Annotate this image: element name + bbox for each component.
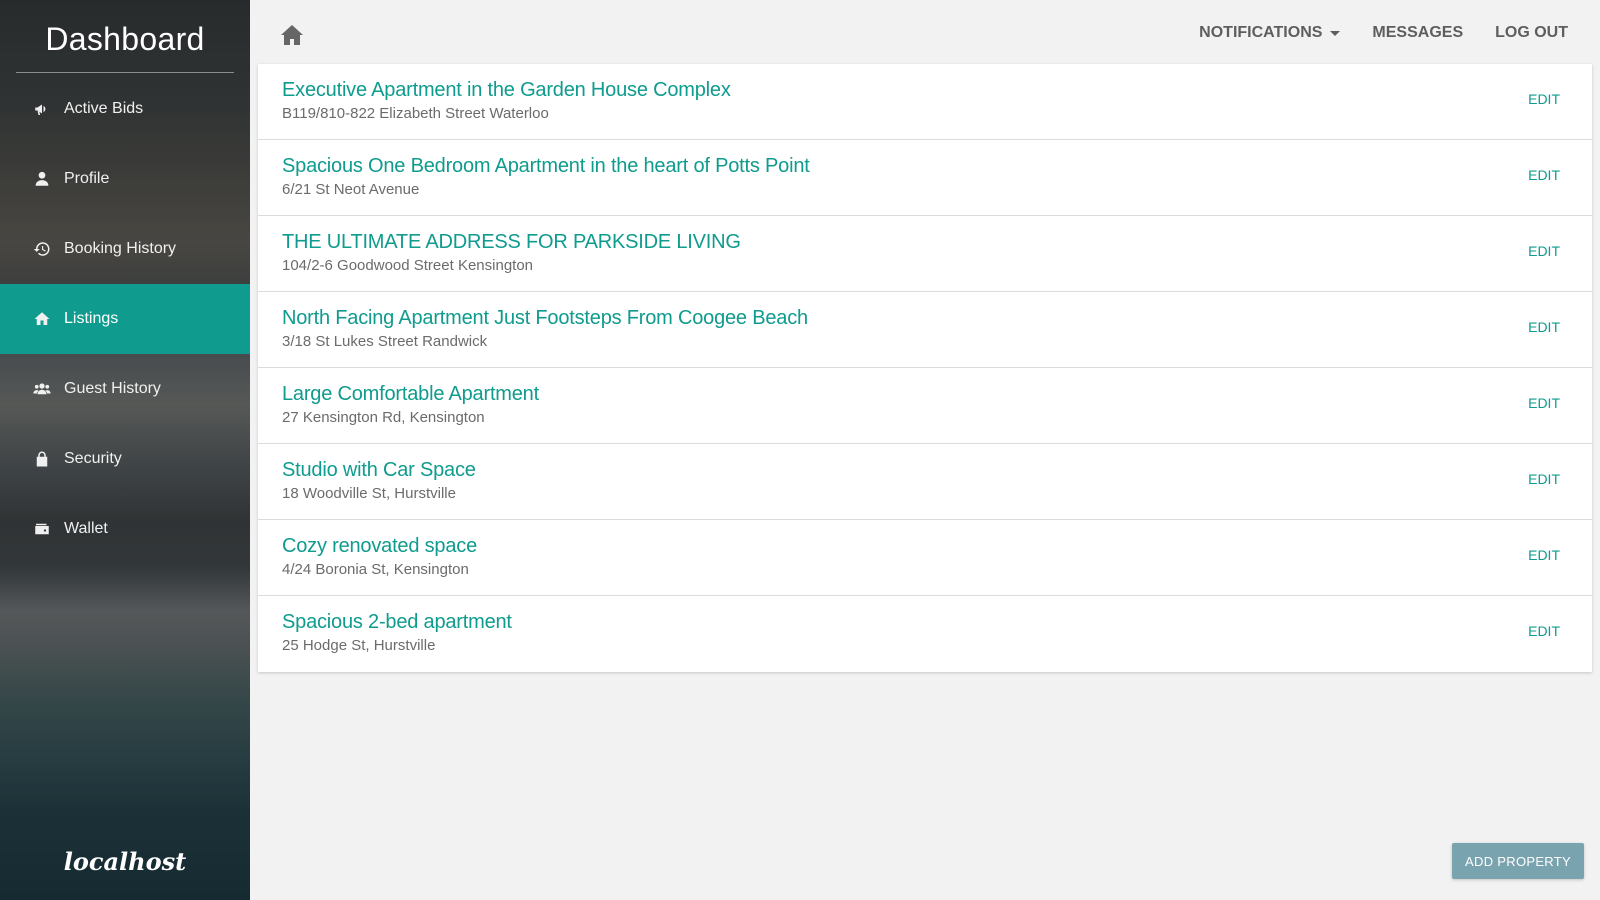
top-bar: NOTIFICATIONS MESSAGES LOG OUT: [250, 0, 1600, 64]
users-icon: [32, 379, 52, 399]
edit-button[interactable]: EDIT: [1528, 91, 1560, 107]
listing-title[interactable]: Cozy renovated space: [282, 535, 477, 558]
listing-row: North Facing Apartment Just Footsteps Fr…: [258, 292, 1592, 368]
sidebar: Dashboard Active Bids Profile Booking Hi…: [0, 0, 250, 900]
notifications-dropdown[interactable]: NOTIFICATIONS: [1199, 24, 1341, 42]
sidebar-item-label: Booking History: [64, 240, 177, 257]
caret-down-icon: [1330, 30, 1341, 36]
sidebar-item-label: Listings: [64, 310, 119, 327]
edit-button[interactable]: EDIT: [1528, 471, 1560, 487]
listing-row: Executive Apartment in the Garden House …: [258, 64, 1592, 140]
listing-row: Large Comfortable Apartment 27 Kensingto…: [258, 368, 1592, 444]
listing-title[interactable]: Large Comfortable Apartment: [282, 383, 539, 406]
sidebar-item-booking-history[interactable]: Booking History: [0, 214, 250, 284]
listing-row: Cozy renovated space 4/24 Boronia St, Ke…: [258, 520, 1592, 596]
listing-address: B119/810-822 Elizabeth Street Waterloo: [282, 105, 549, 122]
sidebar-item-profile[interactable]: Profile: [0, 144, 250, 214]
listing-address: 25 Hodge St, Hurstville: [282, 637, 436, 654]
top-nav: NOTIFICATIONS MESSAGES LOG OUT: [1167, 24, 1568, 42]
sidebar-item-guest-history[interactable]: Guest History: [0, 354, 250, 424]
edit-button[interactable]: EDIT: [1528, 243, 1560, 259]
edit-button[interactable]: EDIT: [1528, 319, 1560, 335]
sidebar-item-wallet[interactable]: Wallet: [0, 494, 250, 564]
app-logo[interactable]: localhost: [0, 847, 250, 876]
listing-row: Studio with Car Space 18 Woodville St, H…: [258, 444, 1592, 520]
listing-title[interactable]: Spacious 2-bed apartment: [282, 611, 512, 634]
listing-address: 104/2-6 Goodwood Street Kensington: [282, 257, 534, 274]
listing-address: 4/24 Boronia St, Kensington: [282, 561, 469, 578]
megaphone-icon: [32, 99, 52, 119]
listing-row: THE ULTIMATE ADDRESS FOR PARKSIDE LIVING…: [258, 216, 1592, 292]
logout-link[interactable]: LOG OUT: [1495, 24, 1568, 42]
listing-title[interactable]: Executive Apartment in the Garden House …: [282, 79, 731, 102]
messages-link[interactable]: MESSAGES: [1372, 24, 1463, 42]
listing-title[interactable]: THE ULTIMATE ADDRESS FOR PARKSIDE LIVING: [282, 231, 741, 254]
sidebar-item-security[interactable]: Security: [0, 424, 250, 494]
edit-button[interactable]: EDIT: [1528, 623, 1560, 639]
edit-button[interactable]: EDIT: [1528, 395, 1560, 411]
edit-button[interactable]: EDIT: [1528, 167, 1560, 183]
home-icon: [32, 309, 52, 329]
listing-title[interactable]: Studio with Car Space: [282, 459, 476, 482]
listing-row: Spacious 2-bed apartment 25 Hodge St, Hu…: [258, 596, 1592, 672]
sidebar-divider: [16, 72, 234, 73]
lock-icon: [32, 449, 52, 469]
listing-address: 3/18 St Lukes Street Randwick: [282, 333, 488, 350]
history-icon: [32, 239, 52, 259]
sidebar-item-label: Profile: [64, 170, 110, 187]
sidebar-item-listings[interactable]: Listings: [0, 284, 250, 354]
sidebar-item-label: Guest History: [64, 380, 161, 397]
user-icon: [32, 169, 52, 189]
wallet-icon: [32, 519, 52, 539]
listing-title[interactable]: North Facing Apartment Just Footsteps Fr…: [282, 307, 808, 330]
sidebar-item-label: Wallet: [64, 520, 108, 537]
notifications-label: NOTIFICATIONS: [1199, 24, 1323, 41]
listing-address: 18 Woodville St, Hurstville: [282, 485, 456, 502]
listing-title[interactable]: Spacious One Bedroom Apartment in the he…: [282, 155, 810, 178]
home-icon[interactable]: [280, 24, 304, 46]
listings-list: Executive Apartment in the Garden House …: [258, 64, 1592, 672]
listing-address: 6/21 St Neot Avenue: [282, 181, 420, 198]
sidebar-item-label: Active Bids: [64, 100, 144, 117]
listing-row: Spacious One Bedroom Apartment in the he…: [258, 140, 1592, 216]
sidebar-nav: Active Bids Profile Booking History List…: [0, 74, 250, 564]
listing-address: 27 Kensington Rd, Kensington: [282, 409, 485, 426]
edit-button[interactable]: EDIT: [1528, 547, 1560, 563]
sidebar-item-label: Security: [64, 450, 122, 467]
sidebar-item-active-bids[interactable]: Active Bids: [0, 74, 250, 144]
sidebar-title: Dashboard: [45, 21, 205, 57]
add-property-button[interactable]: ADD PROPERTY: [1452, 843, 1584, 879]
